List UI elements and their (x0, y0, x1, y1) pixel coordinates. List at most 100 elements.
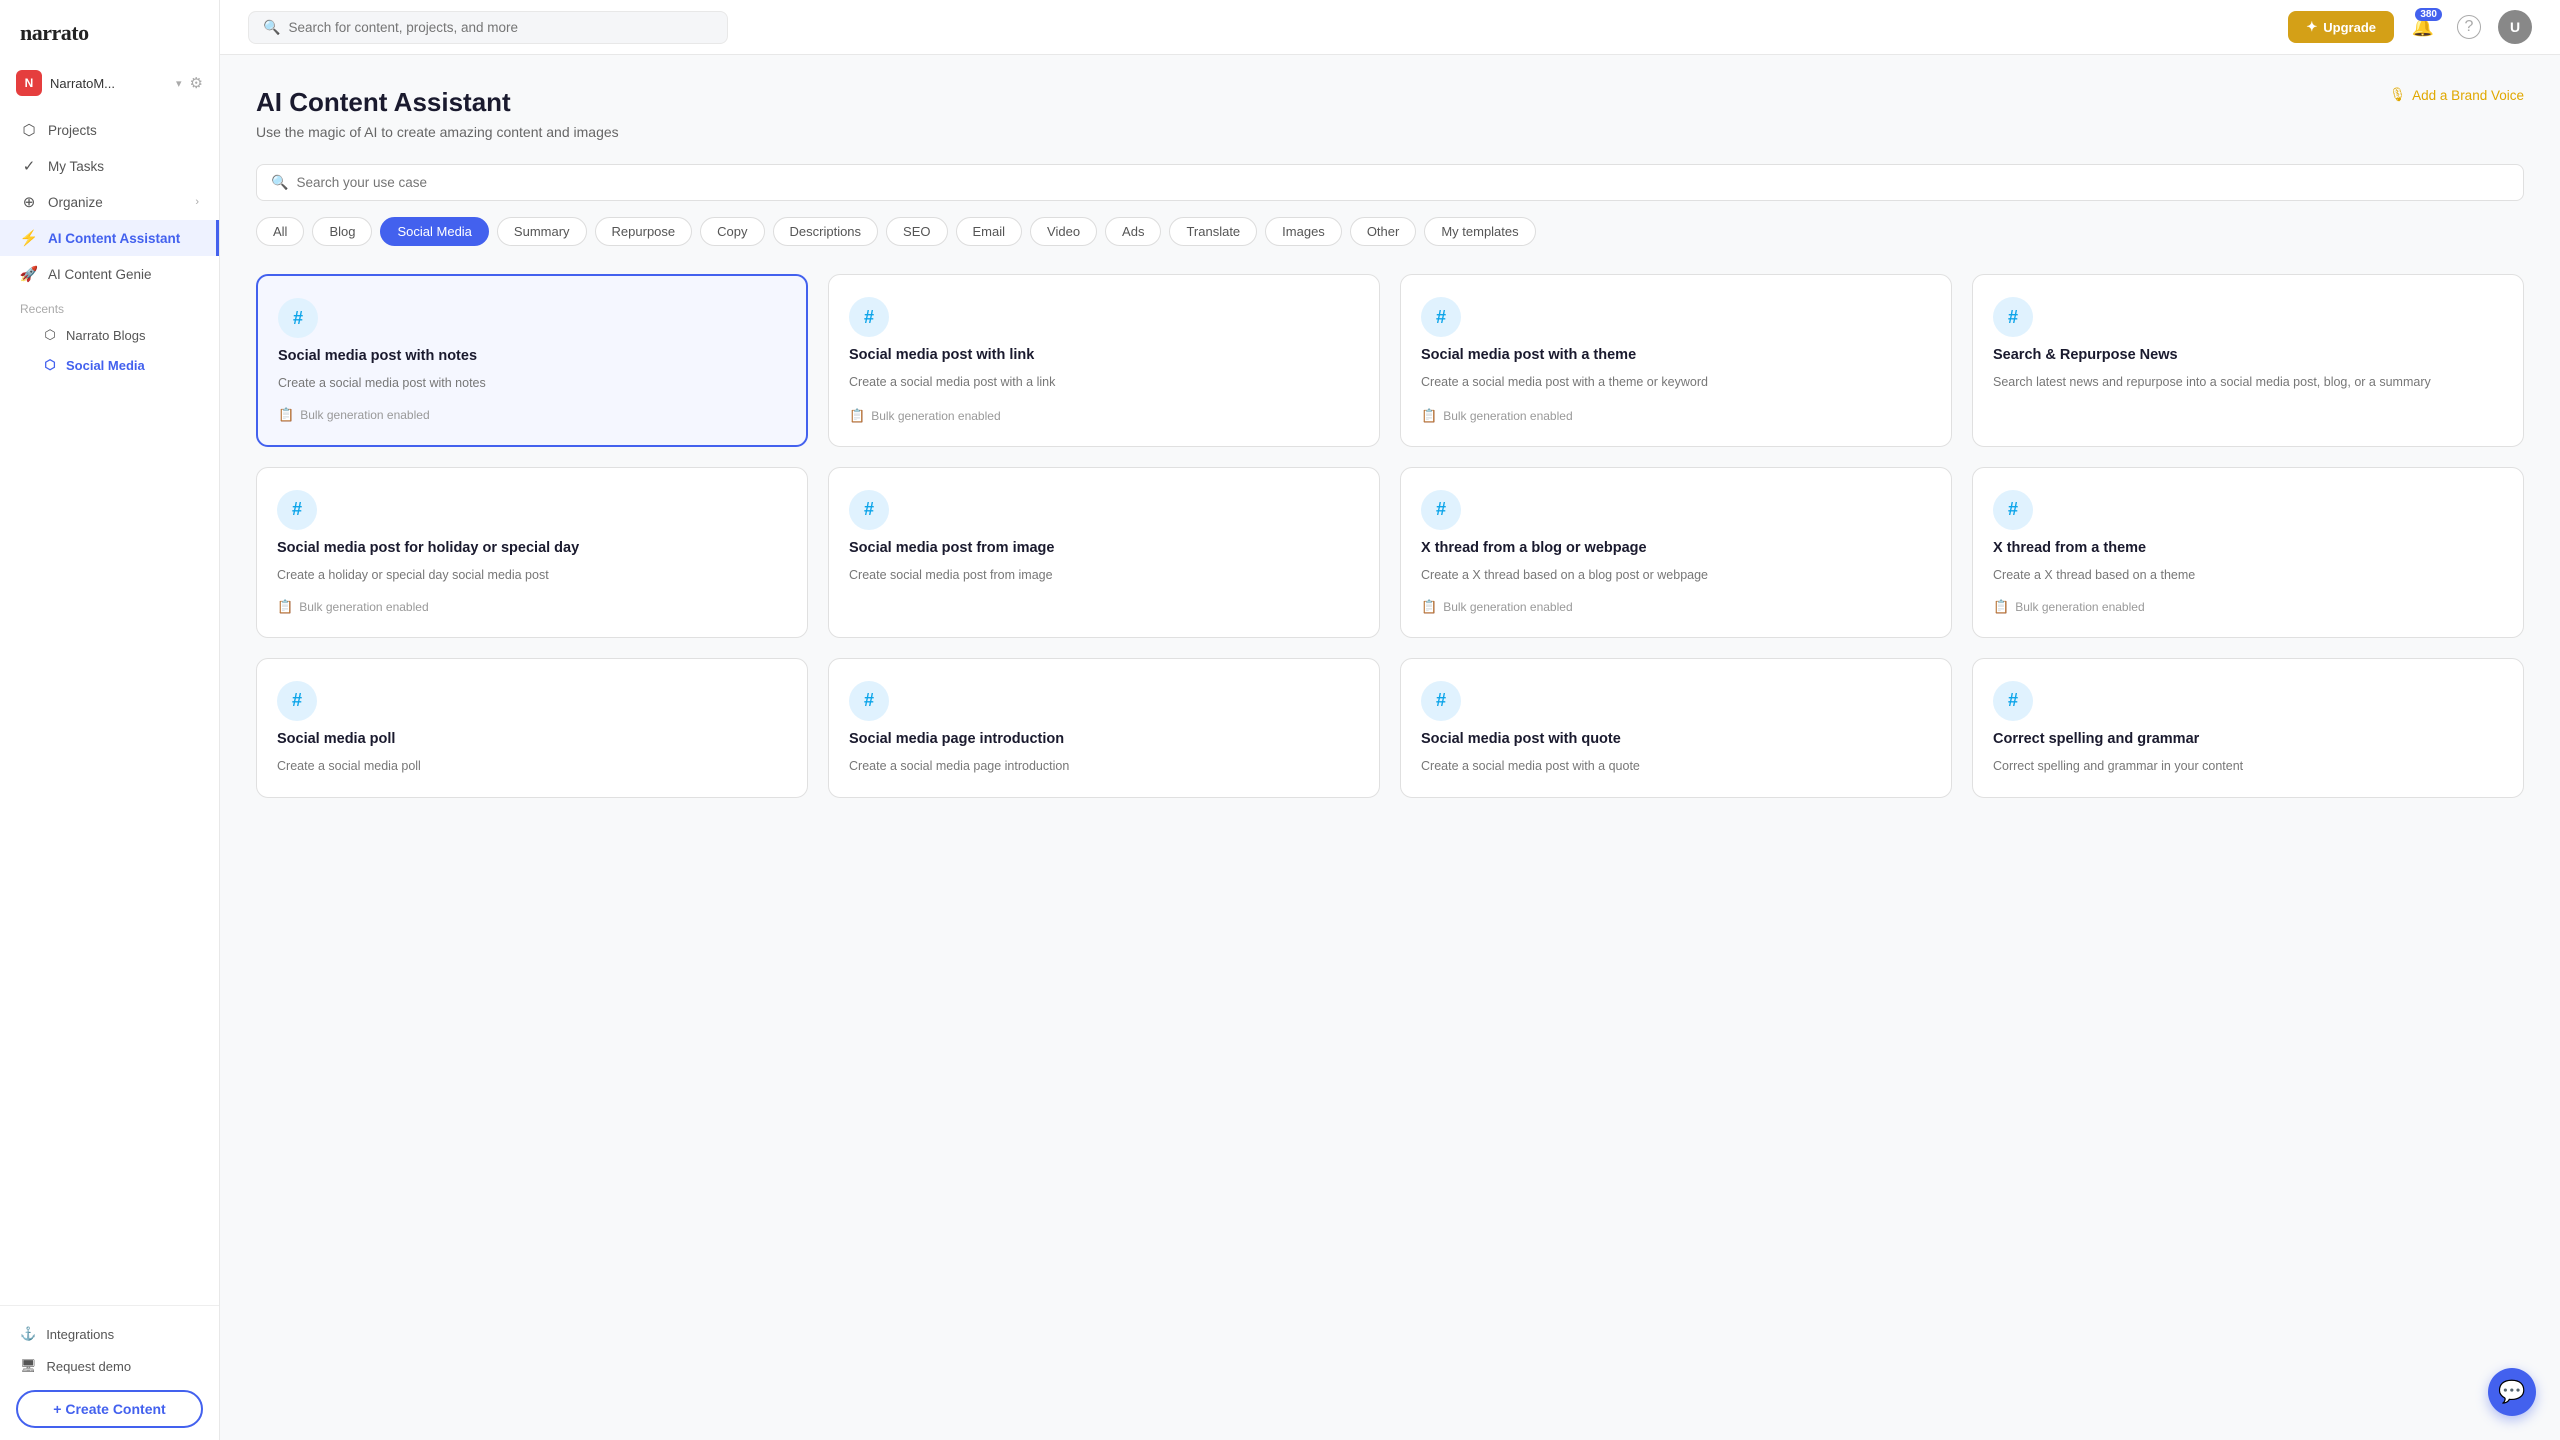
card-icon-social-holiday: # (277, 490, 317, 530)
card-desc-social-page-intro: Create a social media page introduction (849, 757, 1359, 776)
sidebar-sub-social-media[interactable]: ⬡ Social Media (0, 350, 219, 380)
filter-tag-blog[interactable]: Blog (312, 217, 372, 246)
create-content-button[interactable]: + Create Content (16, 1390, 203, 1428)
ai-assistant-icon: ⚡ (20, 229, 38, 247)
card-social-quote[interactable]: #Social media post with quoteCreate a so… (1400, 658, 1952, 799)
filter-tag-summary[interactable]: Summary (497, 217, 587, 246)
notifications-button[interactable]: 🔔 380 (2406, 10, 2440, 44)
card-x-thread-theme[interactable]: #X thread from a themeCreate a X thread … (1972, 467, 2524, 638)
sidebar-item-ai-content-genie[interactable]: 🚀 AI Content Genie (0, 256, 219, 292)
usecase-search-input[interactable] (296, 175, 2509, 190)
card-bulk-x-thread-blog: 📋Bulk generation enabled (1421, 599, 1931, 615)
bulk-label: Bulk generation enabled (2015, 600, 2144, 614)
sidebar-item-label: AI Content Assistant (48, 231, 180, 246)
integrations-icon: ⚓ (20, 1326, 36, 1342)
upgrade-label: Upgrade (2323, 20, 2376, 35)
filter-bar: All Blog Social Media Summary RepurposeCopy D… (256, 217, 2524, 246)
filter-tag-my-templates[interactable]: My templates (1424, 217, 1535, 246)
card-desc-social-quote: Create a social media post with a quote (1421, 757, 1931, 776)
user-avatar[interactable]: U (2498, 10, 2532, 44)
card-icon-social-link: # (849, 297, 889, 337)
sidebar-integrations[interactable]: ⚓ Integrations (16, 1318, 203, 1350)
card-desc-social-notes: Create a social media post with notes (278, 374, 786, 393)
card-x-thread-blog[interactable]: #X thread from a blog or webpageCreate a… (1400, 467, 1952, 638)
card-bulk-social-notes: 📋Bulk generation enabled (278, 407, 786, 423)
sidebar-item-organize[interactable]: ⊕ Organize › (0, 184, 219, 220)
help-icon: ? (2457, 15, 2481, 39)
gear-icon[interactable]: ⚙ (190, 74, 203, 92)
topbar-right: ✦ Upgrade 🔔 380 ? U (2288, 10, 2532, 44)
demo-icon: 🖥 (20, 1358, 37, 1374)
search-input[interactable] (288, 20, 713, 35)
filter-tag-ads[interactable]: Ads (1105, 217, 1161, 246)
card-desc-social-image: Create social media post from image (849, 566, 1359, 615)
card-social-poll[interactable]: #Social media pollCreate a social media … (256, 658, 808, 799)
bulk-icon: 📋 (278, 407, 294, 423)
main-area: 🔍 ✦ Upgrade 🔔 380 ? U AI Conten (220, 0, 2560, 1440)
card-icon-social-image: # (849, 490, 889, 530)
filter-tag-seo[interactable]: SEO (886, 217, 947, 246)
usecase-search[interactable]: 🔍 (256, 164, 2524, 201)
card-bulk-x-thread-theme: 📋Bulk generation enabled (1993, 599, 2503, 615)
filter-tag-video[interactable]: Video (1030, 217, 1097, 246)
card-icon-social-theme: # (1421, 297, 1461, 337)
card-icon-social-poll: # (277, 681, 317, 721)
card-social-holiday[interactable]: # Social media post for holiday or specia… (256, 467, 808, 638)
page-header-row: AI Content Assistant Use the magic of AI… (256, 87, 2524, 140)
card-icon-social-quote: # (1421, 681, 1461, 721)
filter-tag-translate[interactable]: Translate (1169, 217, 1257, 246)
bulk-label: Bulk generation enabled (299, 600, 428, 614)
card-spelling-grammar[interactable]: # Correct spelling and grammar Correct spe… (1972, 658, 2524, 799)
filter-tag-images[interactable]: Images (1265, 217, 1342, 246)
content-area: AI Content Assistant Use the magic of AI… (220, 55, 2560, 1440)
card-desc-search-repurpose: Search latest news and repurpose into a … (1993, 373, 2503, 424)
filter-tag-social-media[interactable]: Social Media (380, 217, 488, 246)
card-title-social-holiday: Social media post for holiday or special… (277, 540, 787, 556)
card-desc-x-thread-blog: Create a X thread based on a blog post o… (1421, 566, 1931, 585)
card-social-link[interactable]: #Social media post with linkCreate a soc… (828, 274, 1380, 447)
integrations-label: Integrations (46, 1327, 114, 1342)
card-title-social-theme: Social media post with a theme (1421, 347, 1931, 363)
filter-tag-repurpose[interactable]: Repurpose (595, 217, 693, 246)
upgrade-icon: ✦ (2306, 19, 2317, 35)
card-social-theme[interactable]: #Social media post with a themeCreate a … (1400, 274, 1952, 447)
card-social-notes[interactable]: #Social media post with notesCreate a so… (256, 274, 808, 447)
social-icon: ⬡ (42, 357, 58, 373)
avatar-image: U (2510, 19, 2520, 35)
filter-tag-descriptions[interactable]: Descriptions (773, 217, 879, 246)
card-title-social-poll: Social media poll (277, 731, 787, 747)
card-desc-x-thread-theme: Create a X thread based on a theme (1993, 566, 2503, 585)
help-button[interactable]: ? (2452, 10, 2486, 44)
filter-tag-copy[interactable]: Copy (700, 217, 764, 246)
filter-tag-all[interactable]: All (256, 217, 304, 246)
card-bulk-social-theme: 📋Bulk generation enabled (1421, 408, 1931, 424)
chat-widget-button[interactable]: 💬 (2488, 1368, 2536, 1416)
sidebar-item-projects[interactable]: ⬡ Projects (0, 112, 219, 148)
card-icon-spelling-grammar: # (1993, 681, 2033, 721)
card-social-page-intro[interactable]: #Social media page introductionCreate a … (828, 658, 1380, 799)
upgrade-button[interactable]: ✦ Upgrade (2288, 11, 2394, 43)
sidebar-item-label: Projects (48, 123, 97, 138)
card-title-x-thread-theme: X thread from a theme (1993, 540, 2503, 556)
filter-tag-email[interactable]: Email (956, 217, 1023, 246)
card-title-spelling-grammar: Correct spelling and grammar (1993, 731, 2503, 747)
create-content-label: + Create Content (53, 1401, 165, 1417)
add-brand-voice-button[interactable]: 🎙 Add a Brand Voice (2389, 87, 2524, 103)
card-desc-spelling-grammar: Correct spelling and grammar in your con… (1993, 757, 2503, 776)
workspace-avatar: N (16, 70, 42, 96)
bulk-icon: 📋 (277, 599, 293, 615)
global-search[interactable]: 🔍 (248, 11, 728, 44)
bulk-label: Bulk generation enabled (1443, 409, 1572, 423)
card-search-repurpose[interactable]: #Search & Repurpose NewsSearch latest ne… (1972, 274, 2524, 447)
sidebar-item-my-tasks[interactable]: ✓ My Tasks (0, 148, 219, 184)
workspace-switcher[interactable]: N NarratoM... ▾ ⚙ (0, 62, 219, 104)
card-title-search-repurpose: Search & Repurpose News (1993, 347, 2503, 363)
sidebar-item-ai-content-assistant[interactable]: ⚡ AI Content Assistant (0, 220, 219, 256)
card-social-image[interactable]: #Social media post from imageCreate soci… (828, 467, 1380, 638)
sidebar-request-demo[interactable]: 🖥 Request demo (16, 1350, 203, 1382)
sidebar-sub-narrato-blogs[interactable]: ⬡ Narrato Blogs (0, 320, 219, 350)
chat-icon: 💬 (2498, 1379, 2525, 1405)
filter-tag-other[interactable]: Other (1350, 217, 1417, 246)
page-subtitle: Use the magic of AI to create amazing co… (256, 124, 619, 140)
sidebar-item-label: AI Content Genie (48, 267, 152, 282)
